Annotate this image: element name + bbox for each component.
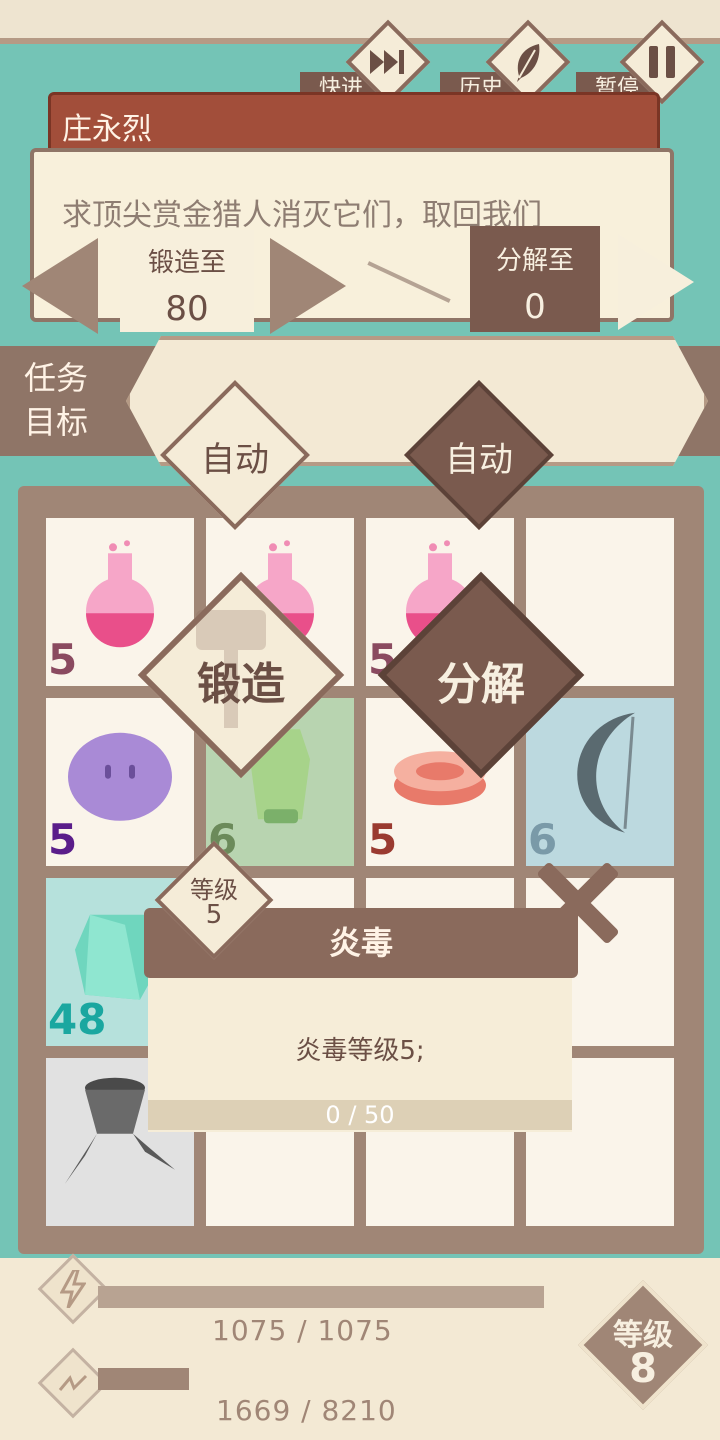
- task-label-line1: 任务: [23, 359, 88, 397]
- task-label-line2: 目标: [23, 403, 88, 441]
- decompose-button[interactable]: 分解: [376, 570, 586, 780]
- decompose-increase-arrow[interactable]: [618, 234, 694, 330]
- decompose-label: 分解: [437, 659, 525, 710]
- tooltip-level-badge: 等级 5: [154, 840, 274, 960]
- item-count: 5: [368, 815, 398, 864]
- tooltip-description: 炎毒等级5;: [295, 1036, 425, 1066]
- close-button[interactable]: [532, 856, 624, 948]
- tooltip-level-value: 5: [205, 900, 223, 930]
- speaker-name: 庄永烈: [62, 112, 152, 147]
- forge-increase-arrow[interactable]: [270, 238, 346, 334]
- forge-to-box: 锻造至 80: [120, 230, 254, 332]
- auto-forge-button[interactable]: 自动: [160, 380, 310, 530]
- decompose-to-value: 0: [524, 287, 546, 327]
- energy-bar-fill: [98, 1286, 544, 1308]
- energy-text: 1075 / 1075: [212, 1314, 393, 1347]
- decompose-to-label: 分解至: [495, 246, 574, 276]
- forge-to-label: 锻造至: [147, 248, 226, 278]
- tooltip-progress: 0 / 50: [148, 1100, 572, 1130]
- forge-decrease-arrow[interactable]: [22, 238, 98, 334]
- forge-button[interactable]: 锻造: [136, 570, 346, 780]
- player-level-badge[interactable]: 等级 8: [577, 1279, 709, 1411]
- auto-decompose-button[interactable]: 自动: [404, 380, 554, 530]
- task-label: 任务 目标: [0, 350, 112, 456]
- item-count: 5: [48, 815, 78, 864]
- energy-bar: [98, 1286, 544, 1308]
- auto-decompose-label: 自动: [445, 440, 513, 480]
- exp-bar: [98, 1368, 544, 1390]
- auto-forge-label: 自动: [201, 440, 269, 480]
- item-count: 5: [48, 635, 78, 684]
- item-count: 48: [48, 995, 107, 1044]
- player-level-value: 8: [629, 1346, 657, 1392]
- forge-to-value: 80: [165, 289, 209, 329]
- decompose-to-box: 分解至 0: [470, 226, 600, 332]
- exp-text: 1669 / 8210: [216, 1394, 397, 1427]
- exp-bar-fill: [98, 1368, 189, 1390]
- forge-label: 锻造: [197, 659, 285, 710]
